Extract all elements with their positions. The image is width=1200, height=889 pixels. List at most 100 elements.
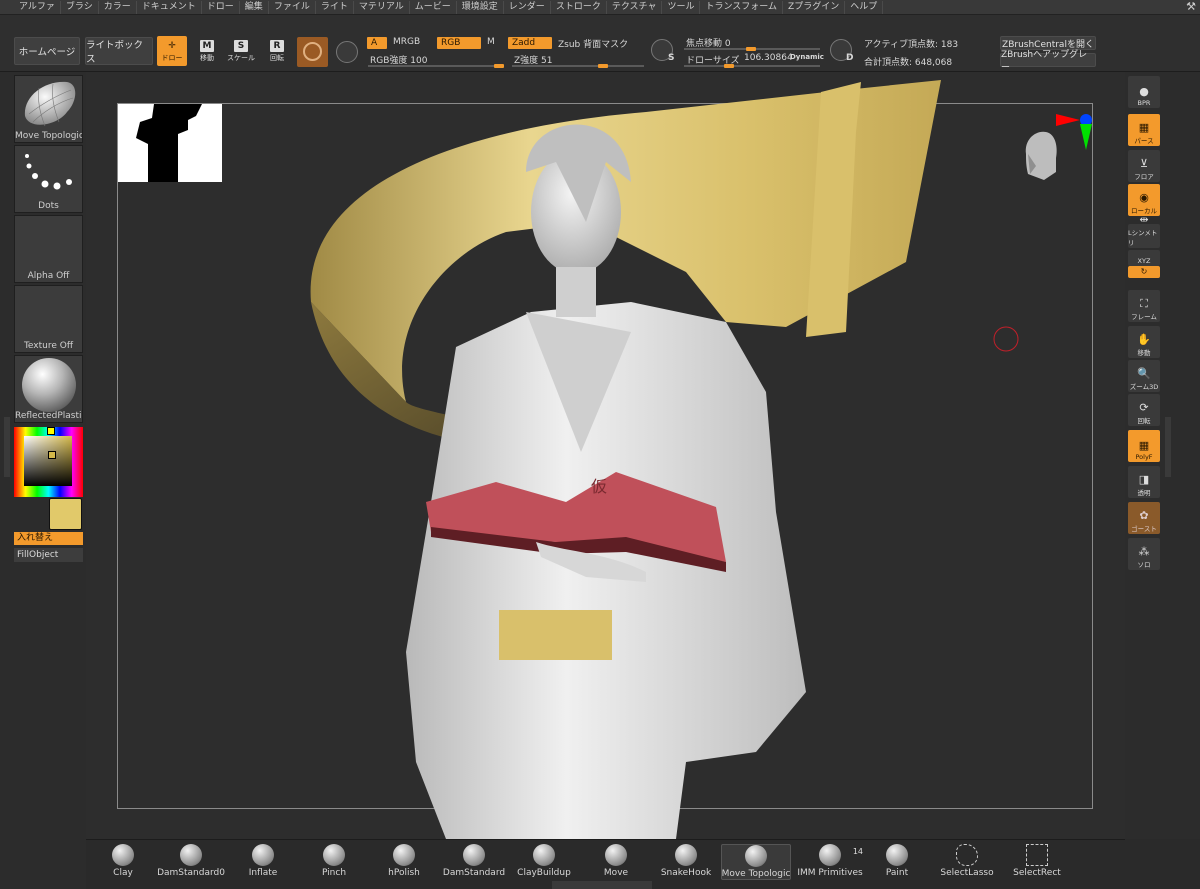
alpha-thumbnail[interactable]: Alpha Off (14, 215, 83, 283)
brush-inflate[interactable]: Inflate (230, 844, 296, 880)
frame-button[interactable]: ⛶ フレーム (1128, 290, 1160, 322)
menu-alpha[interactable]: アルファ (14, 0, 61, 14)
symmetry-icon: ⇹ (1139, 213, 1149, 226)
brush-claybuildup[interactable]: ClayBuildup (511, 844, 577, 880)
menu-transform[interactable]: トランスフォーム (700, 0, 784, 14)
brush-paint[interactable]: Paint (864, 844, 930, 880)
brush-move[interactable]: Move (583, 844, 649, 880)
draw-size-knob[interactable] (724, 64, 734, 68)
ghost-button[interactable]: ✿ ゴースト (1128, 502, 1160, 534)
lightbox-button[interactable]: ライトボックス (85, 37, 153, 65)
render-sphere-icon: ● (1139, 85, 1149, 98)
rgb-intensity-slider[interactable] (368, 65, 504, 67)
brush-hpolish[interactable]: hPolish (371, 844, 437, 880)
draw-size-value[interactable]: 106.30864 (744, 53, 793, 63)
sphere-icon (303, 42, 322, 61)
menu-material[interactable]: マテリアル (354, 0, 410, 14)
brush-cursor-icon (993, 326, 1019, 352)
total-points-readout: 合計頂点数: 648,068 (864, 58, 953, 68)
crosshair-icon: ✛ (168, 40, 176, 51)
menu-zplugin[interactable]: Zプラグイン (783, 0, 846, 14)
zsphere-toggle-icon[interactable] (336, 41, 358, 63)
menu-light[interactable]: ライト (316, 0, 354, 14)
orientation-gizmo[interactable] (1016, 114, 1096, 214)
axis-gizmo-icon (1025, 114, 1092, 180)
main-color-swatch[interactable] (49, 498, 82, 530)
brush-selectlasso[interactable]: SelectLasso (934, 844, 1000, 880)
menu-draw[interactable]: ドロー (202, 0, 240, 14)
pinch-brush-icon (323, 844, 345, 866)
texture-thumbnail[interactable]: Texture Off (14, 285, 83, 353)
menu-tool[interactable]: ツール (662, 0, 701, 14)
z-intensity-slider[interactable] (512, 65, 644, 67)
color-marker[interactable] (48, 451, 56, 459)
brush-damstandard0[interactable]: DamStandard0 (157, 844, 225, 880)
polyf-button[interactable]: ▦ PolyF (1128, 430, 1160, 462)
floor-button[interactable]: ⊻ フロア (1128, 150, 1160, 182)
right-tray-handle[interactable] (1165, 417, 1171, 477)
brush-pinch[interactable]: Pinch (301, 844, 367, 880)
m-label[interactable]: M (487, 37, 495, 47)
menu-file[interactable]: ファイル (269, 0, 316, 14)
zsub-label[interactable]: Zsub 背面マスク (558, 37, 628, 50)
bottom-tray-handle[interactable] (552, 881, 652, 889)
brush-clay[interactable]: Clay (90, 844, 156, 880)
left-tray-handle[interactable] (4, 417, 10, 477)
home-button[interactable]: ホームページ (14, 37, 80, 65)
rotate-axis-toggle[interactable]: ↻ (1128, 266, 1160, 278)
document-canvas[interactable]: 仮 (86, 72, 1125, 839)
right-shelf: ● BPR ▦ パース ⊻ フロア ◉ ローカル ⇹ Lシンメトリ XYZ ↻ … (1125, 72, 1200, 839)
menu-brush[interactable]: ブラシ (61, 0, 99, 14)
menu-stroke[interactable]: ストローク (551, 0, 607, 14)
draw-tool-button[interactable]: ✛ ドロー (157, 36, 187, 66)
menu-document[interactable]: ドキュメント (137, 0, 202, 14)
a-mode-chip[interactable]: A (367, 37, 387, 49)
rotate-tool-button[interactable]: R 回転 (262, 36, 292, 66)
menu-help[interactable]: ヘルプ (845, 0, 884, 14)
transparency-button[interactable]: ◨ 透明 (1128, 466, 1160, 498)
move-view-button[interactable]: ✋ 移動 (1128, 326, 1160, 358)
brush-imm-primitives[interactable]: IMM Primitives 14 (795, 844, 865, 880)
swap-colors-button[interactable]: 入れ替え (14, 532, 83, 545)
symmetry-button[interactable]: ⇹ Lシンメトリ (1128, 214, 1160, 248)
dynamic-toggle[interactable]: Dynamic (790, 53, 824, 61)
saturation-square[interactable] (24, 436, 72, 486)
material-thumbnail[interactable]: ReflectedPlastic (14, 355, 83, 423)
xyz-button[interactable]: XYZ (1128, 250, 1160, 266)
bpr-button[interactable]: ● BPR (1128, 76, 1160, 108)
rgb-chip[interactable]: RGB (437, 37, 481, 49)
focal-shift-knob[interactable] (746, 47, 756, 51)
sculpt-model[interactable]: 仮 (86, 72, 1125, 839)
z-intensity-knob[interactable] (598, 64, 608, 68)
rgb-intensity-knob[interactable] (494, 64, 504, 68)
menu-preferences[interactable]: 環境設定 (457, 0, 504, 14)
hammer-icon[interactable]: ⚒ (1186, 0, 1196, 13)
mrgb-label[interactable]: MRGB (393, 37, 420, 47)
color-picker[interactable] (14, 427, 83, 497)
menu-edit[interactable]: 編集 (240, 0, 269, 14)
menu-render[interactable]: レンダー (504, 0, 551, 14)
stroke-thumbnail[interactable]: Dots (14, 145, 83, 213)
zadd-chip[interactable]: Zadd (508, 37, 552, 49)
brush-snakehook[interactable]: SnakeHook (653, 844, 719, 880)
solo-button[interactable]: ⁂ ソロ (1128, 538, 1160, 570)
brush-thumbnail[interactable]: Move Topologic (14, 75, 83, 143)
rotate-view-button[interactable]: ⟳ 回転 (1128, 394, 1160, 426)
brush-damstandard[interactable]: DamStandard (441, 844, 507, 880)
menu-texture[interactable]: テクスチャ (607, 0, 663, 14)
draw-size-slider[interactable] (684, 65, 820, 67)
hue-marker[interactable] (47, 427, 55, 435)
menu-movie[interactable]: ムービー (410, 0, 457, 14)
material-sphere-button[interactable] (297, 37, 328, 67)
perspective-button[interactable]: ▦ パース (1128, 114, 1160, 146)
fill-object-button[interactable]: FillObject (14, 548, 83, 562)
brush-selectrect[interactable]: SelectRect (1004, 844, 1070, 880)
brush-move-topologic[interactable]: Move Topologic (721, 844, 791, 880)
rotate-view-icon: ⟳ (1139, 401, 1149, 414)
local-button[interactable]: ◉ ローカル (1128, 184, 1160, 216)
zoom3d-button[interactable]: 🔍 ズーム3D (1128, 360, 1160, 392)
scale-tool-button[interactable]: S スケール (226, 36, 256, 66)
menu-color[interactable]: カラー (99, 0, 137, 14)
zbrush-upgrade-button[interactable]: ZBrushへアップグレー (1000, 50, 1096, 73)
move-tool-button[interactable]: M 移動 (192, 36, 222, 66)
